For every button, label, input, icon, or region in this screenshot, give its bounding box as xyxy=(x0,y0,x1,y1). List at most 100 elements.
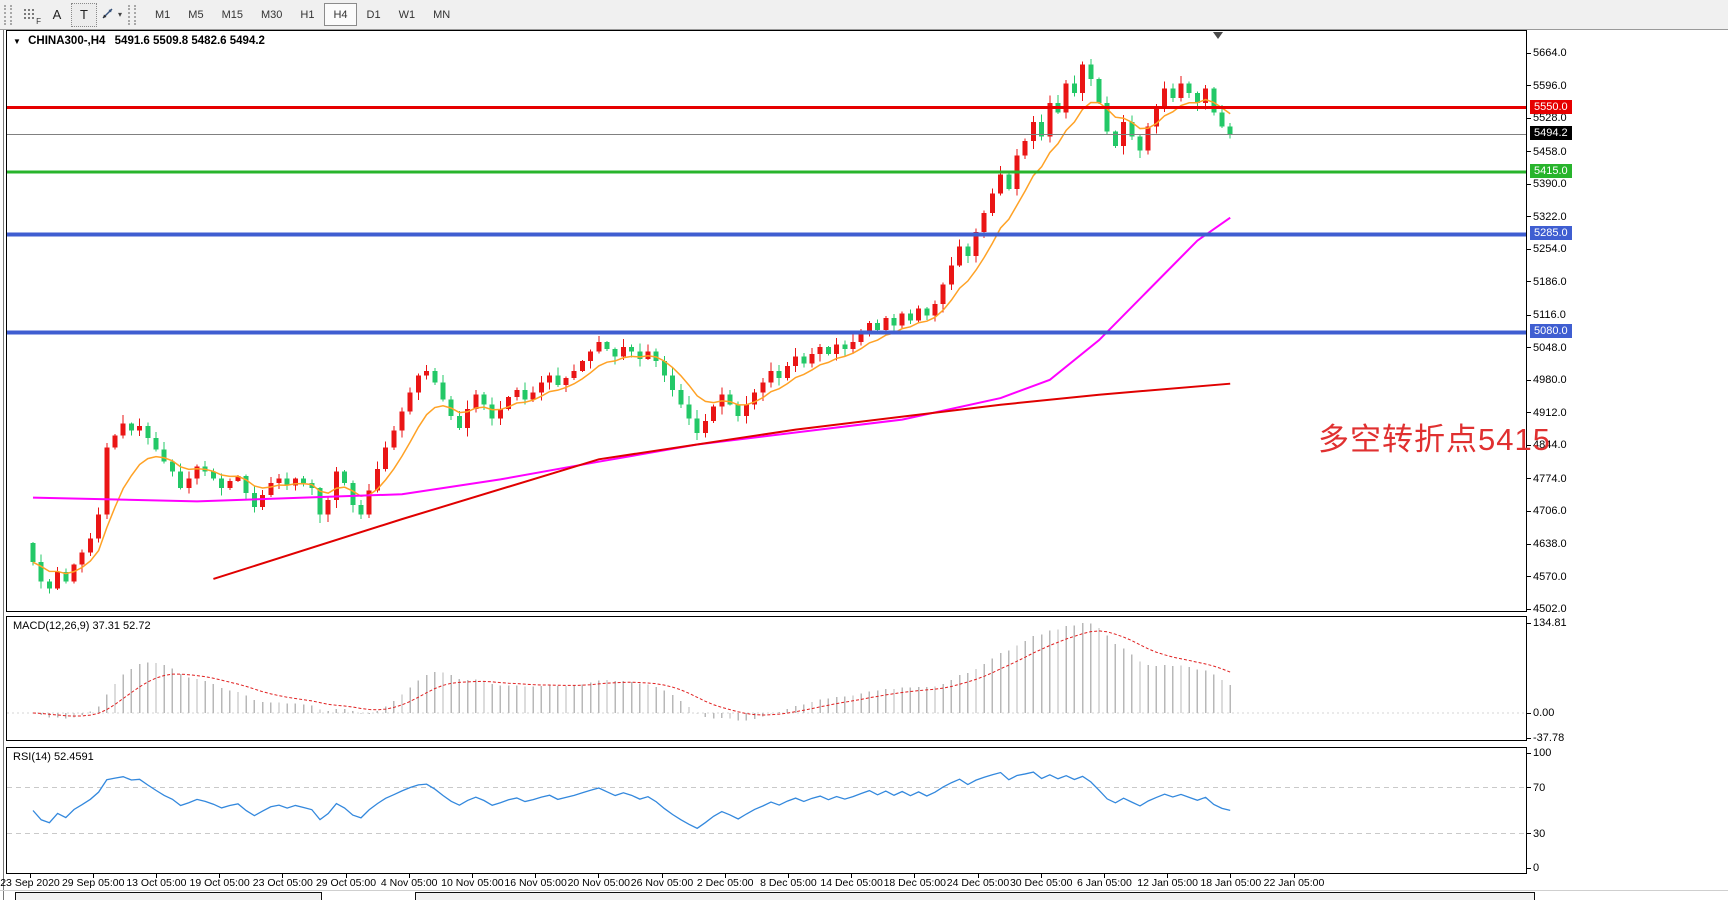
symbol-dropdown-icon[interactable]: ▼ xyxy=(13,37,21,46)
rsi-axis-tickmark xyxy=(1527,787,1531,788)
macd-panel[interactable] xyxy=(6,616,1527,741)
price-axis-tickmark xyxy=(1527,412,1531,413)
price-axis-tick: 5048.0 xyxy=(1533,342,1567,354)
macd-axis-tickmark xyxy=(1527,713,1531,714)
time-axis-label: 13 Oct 05:00 xyxy=(126,877,186,889)
price-chart-canvas[interactable] xyxy=(7,31,1526,611)
rsi-label: RSI(14) 52.4591 xyxy=(13,751,94,763)
trend-annotation-text: 多空转折点5415 xyxy=(1318,414,1551,459)
rsi-line xyxy=(33,772,1230,828)
timeframe-button-h1[interactable]: H1 xyxy=(292,4,322,25)
time-axis-label: 2 Dec 05:00 xyxy=(697,877,754,889)
rsi-axis-tick: 30 xyxy=(1533,828,1545,840)
timeframe-button-d1[interactable]: D1 xyxy=(359,4,389,25)
price-axis-tick: 5528.0 xyxy=(1533,112,1567,124)
text-tool-button[interactable]: T xyxy=(71,3,97,27)
price-axis-tick: 4570.0 xyxy=(1533,571,1567,583)
current-price-badge: 5494.2 xyxy=(1530,126,1572,140)
price-badge-5415.0: 5415.0 xyxy=(1530,164,1572,178)
docked-window-edge-left[interactable] xyxy=(15,892,322,900)
price-axis-tick: 5186.0 xyxy=(1533,276,1567,288)
time-axis-label: 14 Dec 05:00 xyxy=(820,877,882,889)
price-axis-tick: 4706.0 xyxy=(1533,505,1567,517)
time-axis-label: 30 Dec 05:00 xyxy=(1010,877,1072,889)
font-tool-label: A xyxy=(53,7,62,22)
price-axis-tickmark xyxy=(1527,315,1531,316)
price-axis-tickmark xyxy=(1527,216,1531,217)
time-axis-label: 29 Oct 05:00 xyxy=(316,877,376,889)
price-axis-tickmark xyxy=(1527,544,1531,545)
time-axis-label: 4 Nov 05:00 xyxy=(381,877,438,889)
time-axis-label: 24 Dec 05:00 xyxy=(947,877,1009,889)
rsi-axis-tick: 100 xyxy=(1533,747,1551,759)
price-axis-tickmark xyxy=(1527,609,1531,610)
timeframe-button-m1[interactable]: M1 xyxy=(147,4,178,25)
macd-axis-tick: -37.78 xyxy=(1533,732,1564,744)
price-axis-tickmark xyxy=(1527,118,1531,119)
macd-canvas[interactable] xyxy=(7,617,1526,740)
quote-ohlc: 5491.6 5509.8 5482.6 5494.2 xyxy=(115,35,265,47)
toolbar-grip[interactable] xyxy=(4,5,12,25)
timeframe-button-w1[interactable]: W1 xyxy=(391,4,424,25)
time-axis-label: 29 Sep 05:00 xyxy=(62,877,124,889)
font-tool-button[interactable]: A xyxy=(45,4,69,26)
price-axis-tick: 5322.0 xyxy=(1533,211,1567,223)
macd-label: MACD(12,26,9) 37.31 52.72 xyxy=(13,620,151,632)
rsi-axis-tickmark xyxy=(1527,833,1531,834)
time-axis-label: 16 Nov 05:00 xyxy=(504,877,566,889)
time-axis-label: 18 Jan 05:00 xyxy=(1200,877,1261,889)
time-axis-label: 12 Jan 05:00 xyxy=(1137,877,1198,889)
cursor-style-button[interactable]: ▾ xyxy=(99,4,123,26)
macd-axis-tick: 134.81 xyxy=(1533,617,1567,629)
price-axis-tickmark xyxy=(1527,249,1531,250)
rsi-axis-tick: 70 xyxy=(1533,782,1545,794)
time-axis-label: 23 Sep 2020 xyxy=(0,877,60,889)
price-axis-tick: 5596.0 xyxy=(1533,80,1567,92)
time-axis-label: 8 Dec 05:00 xyxy=(760,877,817,889)
toolbar-grip[interactable] xyxy=(128,5,136,25)
chevron-down-icon: ▾ xyxy=(118,10,122,19)
mt4-window: F A T ▾ M1M5M15M30H1H4D1W1MN xyxy=(0,0,1728,900)
price-axis-tickmark xyxy=(1527,151,1531,152)
docked-window-edge-right[interactable] xyxy=(415,892,1535,900)
price-axis-tick: 5458.0 xyxy=(1533,146,1567,158)
price-axis-tick: 5254.0 xyxy=(1533,243,1567,255)
price-axis-tickmark xyxy=(1527,281,1531,282)
price-axis-tick: 5664.0 xyxy=(1533,47,1567,59)
price-axis-tick: 4638.0 xyxy=(1533,538,1567,550)
price-axis-tick: 4774.0 xyxy=(1533,473,1567,485)
symbols-grid-button[interactable]: F xyxy=(19,4,43,26)
horizontal-level-lines[interactable] xyxy=(7,108,1526,333)
timeframe-button-h4[interactable]: H4 xyxy=(324,3,356,26)
price-badge-5285.0: 5285.0 xyxy=(1530,226,1572,240)
time-axis-label: 23 Oct 05:00 xyxy=(253,877,313,889)
price-axis-tickmark xyxy=(1527,478,1531,479)
rsi-axis-tickmark xyxy=(1527,868,1531,869)
price-axis-tickmark xyxy=(1527,347,1531,348)
rsi-panel[interactable] xyxy=(6,747,1527,874)
price-axis-tickmark xyxy=(1527,511,1531,512)
price-chart-panel[interactable] xyxy=(6,30,1527,612)
price-badge-5080.0: 5080.0 xyxy=(1530,324,1572,338)
toolbar: F A T ▾ M1M5M15M30H1H4D1W1MN xyxy=(0,0,1728,30)
price-axis-tickmark xyxy=(1527,53,1531,54)
time-axis-label: 19 Oct 05:00 xyxy=(190,877,250,889)
diagonal-arrows-icon xyxy=(100,6,115,24)
timeframe-button-m30[interactable]: M30 xyxy=(253,4,290,25)
timeframe-toolbar: M1M5M15M30H1H4D1W1MN xyxy=(146,3,459,26)
timeframe-button-mn[interactable]: MN xyxy=(425,4,458,25)
chart-title: ▼ CHINA300-,H4 5491.6 5509.8 5482.6 5494… xyxy=(13,35,265,47)
text-tool-label: T xyxy=(80,7,88,22)
window-left-border xyxy=(3,30,4,900)
time-axis-label: 18 Dec 05:00 xyxy=(884,877,946,889)
timeframe-button-m15[interactable]: M15 xyxy=(214,4,251,25)
price-axis-tick: 4980.0 xyxy=(1533,374,1567,386)
macd-axis-tick: 0.00 xyxy=(1533,707,1554,719)
macd-axis-tickmark xyxy=(1527,738,1531,739)
chart-shift-marker[interactable] xyxy=(1213,32,1223,39)
timeframe-button-m5[interactable]: M5 xyxy=(180,4,211,25)
price-axis-tick: 4502.0 xyxy=(1533,603,1567,615)
price-axis-tickmark xyxy=(1527,380,1531,381)
price-axis-tickmark xyxy=(1527,85,1531,86)
rsi-canvas[interactable] xyxy=(7,748,1526,873)
